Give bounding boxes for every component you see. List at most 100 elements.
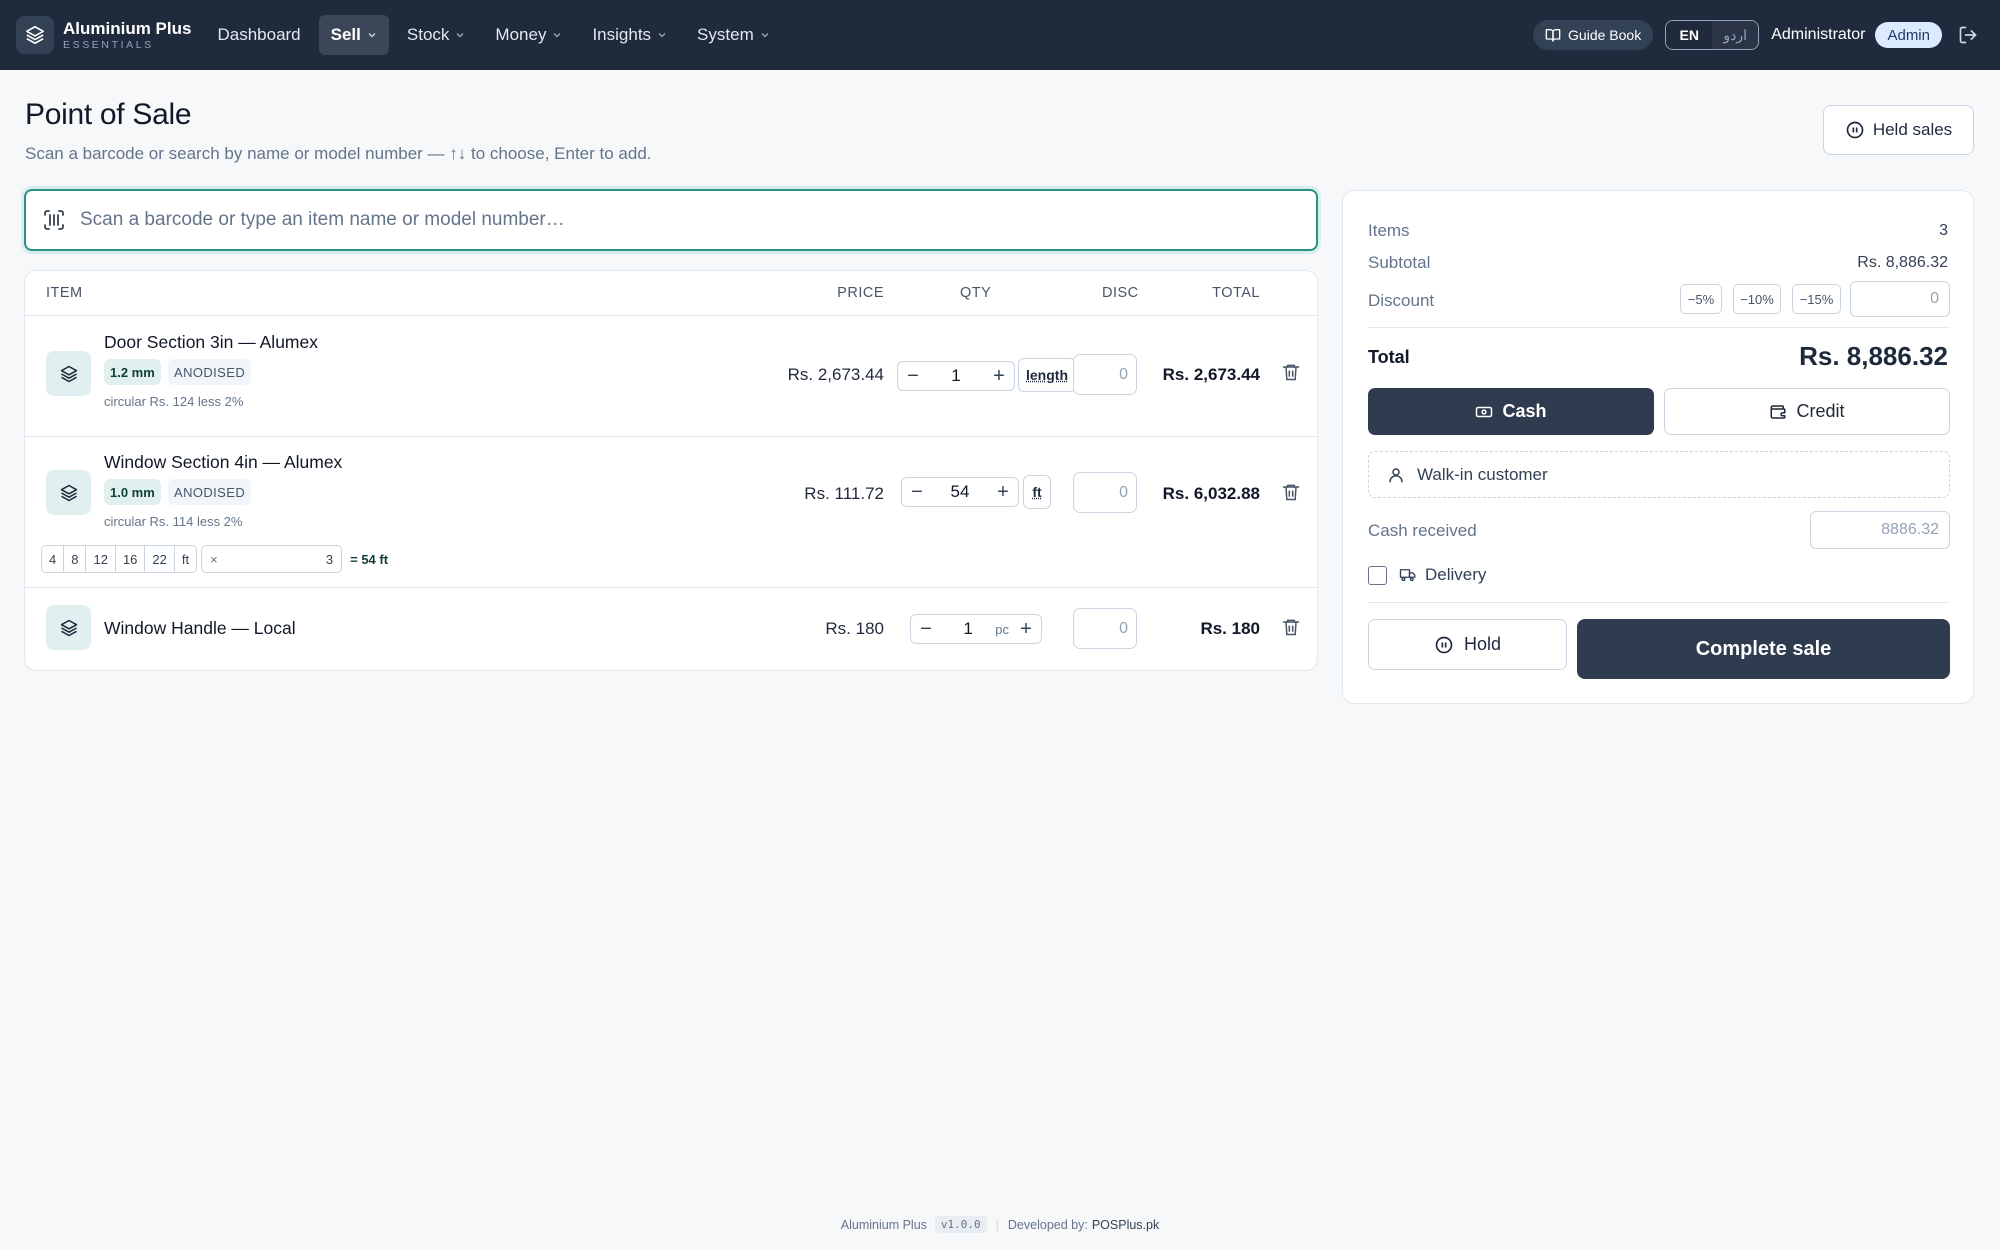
search-input[interactable] (80, 209, 1280, 231)
length-chip[interactable]: 22 (145, 546, 175, 572)
wallet-icon (1770, 404, 1786, 419)
decrement-button[interactable]: − (902, 477, 932, 507)
items-count: 3 (1939, 222, 1948, 239)
decrement-button[interactable]: − (911, 614, 941, 644)
held-sales-button[interactable]: Held sales (1823, 105, 1974, 155)
col-price: PRICE (837, 285, 884, 301)
discount-input[interactable]: 0 (1073, 354, 1137, 395)
unit-selector[interactable]: length (1018, 358, 1076, 392)
version-badge: v1.0.0 (934, 1216, 987, 1233)
item-price-note: circular Rs. 114 less 2% (104, 514, 243, 529)
item-price-note: circular Rs. 124 less 2% (104, 394, 244, 409)
brand-subtitle: ESSENTIALS (63, 38, 154, 51)
user-name: Administrator (1771, 26, 1866, 43)
nav-sell[interactable]: Sell (318, 15, 389, 55)
brand-name: Aluminium Plus (63, 18, 192, 38)
search-box (24, 189, 1318, 251)
multiplier-value: 3 (325, 551, 334, 567)
guide-book-button[interactable]: Guide Book (1533, 20, 1654, 50)
discount-amount-input[interactable]: 0 (1850, 281, 1950, 317)
quantity-value[interactable]: 54 (932, 482, 988, 502)
col-total: TOTAL (1212, 285, 1260, 301)
nav-insights[interactable]: Insights (580, 15, 679, 55)
decrement-button[interactable]: − (898, 361, 928, 391)
quantity-stepper: − 54 + (901, 477, 1019, 507)
discount-input[interactable]: 0 (1073, 608, 1137, 649)
nav-dashboard-label: Dashboard (217, 25, 301, 44)
banknote-icon (1476, 406, 1493, 417)
chevron-down-icon (553, 33, 561, 38)
col-disc: DISC (1102, 285, 1139, 301)
increment-button[interactable]: + (1011, 614, 1041, 644)
col-qty: QTY (960, 285, 992, 301)
cart-row: Door Section 3in — Alumex 1.2 mm ANODISE… (25, 317, 1317, 437)
increment-button[interactable]: + (988, 477, 1018, 507)
hold-label: Hold (1463, 634, 1502, 654)
trash-icon[interactable] (1281, 482, 1301, 502)
discount-5-button[interactable]: −5% (1680, 284, 1722, 314)
credit-payment-button[interactable]: Credit (1664, 388, 1950, 435)
quantity-value[interactable]: 1 (928, 366, 984, 386)
user-icon (1389, 467, 1403, 482)
discount-10-button[interactable]: −10% (1733, 284, 1781, 314)
page-subtitle: Scan a barcode or search by name or mode… (25, 144, 652, 163)
item-total: Rs. 6,032.88 (1162, 484, 1260, 503)
customer-name: Walk-in customer (1417, 464, 1548, 484)
nav-system[interactable]: System (685, 15, 782, 55)
unit-label: pc (995, 621, 1009, 637)
increment-button[interactable]: + (984, 361, 1014, 391)
cash-payment-button[interactable]: Cash (1368, 388, 1654, 435)
top-navbar: Aluminium Plus ESSENTIALS Dashboard Sell… (0, 0, 2000, 70)
brand[interactable]: Aluminium Plus ESSENTIALS (16, 16, 191, 54)
subtotal-value: Rs. 8,886.32 (1857, 254, 1948, 271)
language-switch: EN اردو (1665, 20, 1760, 50)
item-total: Rs. 180 (1200, 619, 1260, 638)
held-sales-label: Held sales (1872, 120, 1953, 139)
discount-input[interactable]: 0 (1073, 472, 1137, 513)
developer-link[interactable]: POSPlus.pk (1092, 1218, 1159, 1232)
delivery-toggle[interactable]: Delivery (1368, 565, 1486, 585)
nav-stock[interactable]: Stock (395, 15, 478, 55)
trash-icon[interactable] (1281, 617, 1301, 637)
chevron-down-icon (658, 33, 666, 38)
length-chip[interactable]: 8 (64, 546, 87, 572)
thickness-badge: 1.2 mm (104, 359, 161, 385)
length-multiplier-input[interactable]: × 3 (201, 545, 343, 573)
hold-button[interactable]: Hold (1368, 619, 1567, 670)
complete-sale-button[interactable]: Complete sale (1577, 619, 1950, 679)
length-chips: 4 8 12 16 22 ft (41, 545, 198, 573)
unit-selector[interactable]: ft (1023, 475, 1051, 509)
cart-row: Window Section 4in — Alumex 1.0 mm ANODI… (25, 437, 1317, 588)
trash-icon[interactable] (1281, 362, 1301, 382)
total-value: Rs. 8,886.32 (1799, 341, 1948, 371)
role-badge: Admin (1875, 22, 1942, 48)
logout-button[interactable] (1958, 25, 1978, 45)
divider (1368, 327, 1950, 328)
length-total: = 54 ft (350, 551, 389, 567)
barcode-scan-icon (44, 210, 64, 230)
length-chip[interactable]: 4 (42, 546, 65, 572)
sale-summary-panel: Items 3 Subtotal Rs. 8,886.32 Discount −… (1342, 190, 1974, 704)
quantity-value[interactable]: 1 (941, 619, 995, 639)
footer: Aluminium Plus v1.0.0 | Developed by: PO… (0, 1216, 2000, 1233)
customer-selector[interactable]: Walk-in customer (1368, 451, 1950, 498)
book-icon (1545, 29, 1561, 42)
delivery-checkbox[interactable] (1368, 565, 1387, 585)
lang-ur-button[interactable]: اردو (1712, 21, 1759, 49)
main-nav: Dashboard Sell Stock Money Insights Syst… (205, 15, 787, 55)
cash-received-input[interactable]: 8886.32 (1810, 511, 1950, 549)
nav-dashboard[interactable]: Dashboard (205, 15, 312, 55)
length-chip[interactable]: 16 (115, 546, 146, 572)
logout-icon (1959, 26, 1977, 44)
length-chip[interactable]: 12 (86, 546, 116, 572)
multiply-icon: × (210, 551, 218, 567)
discount-15-button[interactable]: −15% (1792, 284, 1841, 314)
chevron-down-icon (456, 33, 464, 38)
layers-logo-icon (16, 16, 54, 54)
divider (1368, 602, 1950, 603)
cart-row: Window Handle — Local Rs. 180 − 1 pc + 0… (25, 588, 1317, 670)
lang-en-button[interactable]: EN (1666, 21, 1713, 49)
length-unit-label: ft (174, 546, 197, 572)
page-title: Point of Sale (25, 98, 192, 131)
nav-money[interactable]: Money (483, 15, 574, 55)
